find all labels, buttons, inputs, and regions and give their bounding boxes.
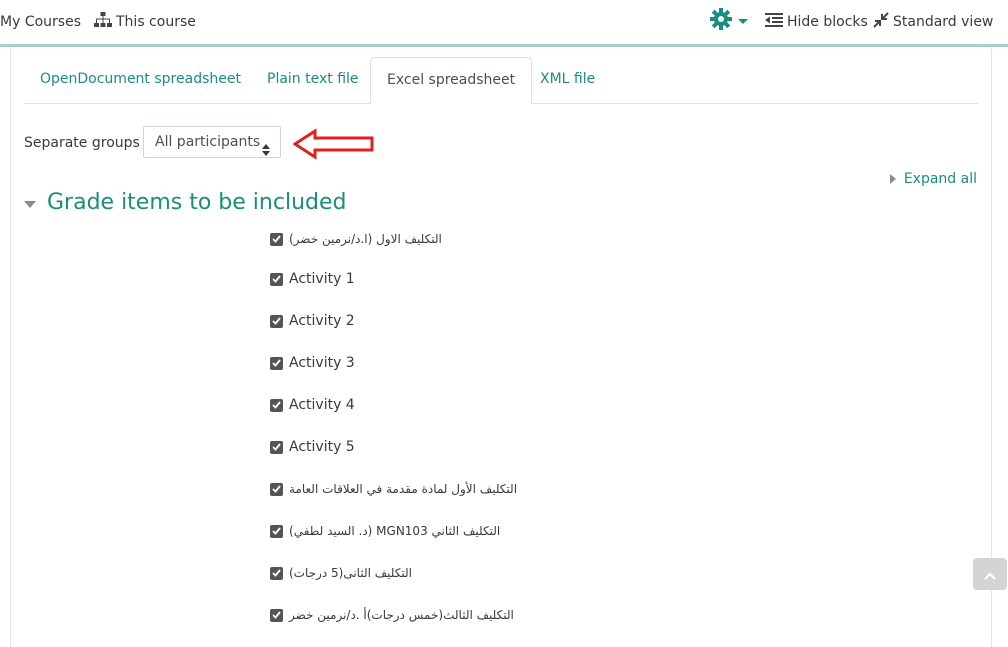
checkbox-checked-icon[interactable] bbox=[270, 440, 283, 454]
grade-item[interactable]: التكليف الثانى(5 درجات) bbox=[270, 564, 412, 582]
checkbox-checked-icon[interactable] bbox=[270, 272, 283, 286]
checkbox-checked-icon[interactable] bbox=[270, 314, 283, 328]
tab-opendocument[interactable]: OpenDocument spreadsheet bbox=[24, 57, 257, 103]
section-title: Grade items to be included bbox=[47, 190, 347, 215]
sitemap-icon bbox=[94, 12, 116, 32]
tab-label: OpenDocument spreadsheet bbox=[40, 71, 241, 87]
compress-icon bbox=[873, 12, 893, 32]
hide-blocks-label: Hide blocks bbox=[787, 14, 868, 30]
grade-item-label: Activity 4 bbox=[289, 397, 355, 413]
grade-item-label: التكليف الثالث(خمس درجات)أ .د/نرمين خضر bbox=[289, 608, 514, 622]
checkbox-checked-icon[interactable] bbox=[270, 356, 283, 370]
caret-right-icon bbox=[889, 174, 896, 184]
gear-icon bbox=[710, 8, 736, 34]
sort-caret-icon bbox=[262, 137, 270, 168]
grade-item[interactable]: Activity 3 bbox=[270, 354, 355, 372]
grade-item[interactable]: التكليف الاول (ا.د/نرمين خضر) bbox=[270, 230, 442, 248]
groups-select-value: All participants bbox=[155, 134, 261, 150]
this-course-link[interactable]: This course bbox=[94, 12, 196, 32]
grade-item-label: (د. السيد لطفي) MGN103 التكليف الثاني bbox=[289, 524, 501, 538]
checkbox-checked-icon[interactable] bbox=[270, 482, 283, 496]
grade-item-label: Activity 1 bbox=[289, 271, 355, 287]
expand-all-link[interactable]: Expand all bbox=[889, 171, 977, 187]
grade-item-label: Activity 5 bbox=[289, 439, 355, 455]
grade-item[interactable]: Activity 4 bbox=[270, 396, 355, 414]
grade-item[interactable]: Activity 5 bbox=[270, 438, 355, 456]
caret-down-icon bbox=[738, 13, 752, 29]
hide-blocks-button[interactable]: Hide blocks bbox=[765, 12, 868, 32]
grade-item-label: Activity 3 bbox=[289, 355, 355, 371]
chevron-up-icon bbox=[984, 565, 996, 584]
checkbox-checked-icon[interactable] bbox=[270, 232, 283, 246]
annotation-arrow-icon bbox=[293, 128, 374, 160]
checkbox-checked-icon[interactable] bbox=[270, 608, 283, 622]
expand-all-label: Expand all bbox=[903, 171, 977, 187]
grade-item[interactable]: Activity 2 bbox=[270, 312, 355, 330]
grade-item-label: التكليف الأول لمادة مقدمة في العلاقات ال… bbox=[289, 482, 518, 496]
grade-item-label: Activity 2 bbox=[289, 313, 355, 329]
tab-label: Plain text file bbox=[267, 71, 359, 87]
this-course-label: This course bbox=[116, 14, 196, 30]
my-courses-label: My Courses bbox=[0, 14, 81, 30]
my-courses-link[interactable]: My Courses bbox=[0, 12, 81, 32]
standard-view-label: Standard view bbox=[893, 14, 994, 30]
tab-xml[interactable]: XML file bbox=[524, 57, 611, 103]
checkbox-checked-icon[interactable] bbox=[270, 566, 283, 580]
checkbox-checked-icon[interactable] bbox=[270, 524, 283, 538]
back-to-top-button[interactable] bbox=[973, 558, 1007, 590]
grade-item[interactable]: Activity 1 bbox=[270, 270, 355, 288]
grade-item-label: التكليف الثانى(5 درجات) bbox=[289, 566, 413, 580]
separate-groups-label: Separate groups bbox=[24, 135, 140, 151]
collapse-caret-icon bbox=[24, 200, 36, 208]
grade-item[interactable]: التكليف الثالث(خمس درجات)أ .د/نرمين خضر bbox=[270, 606, 514, 624]
section-header[interactable]: Grade items to be included bbox=[24, 190, 346, 215]
groups-select[interactable]: All participants bbox=[143, 126, 281, 158]
grade-item[interactable]: التكليف الأول لمادة مقدمة في العلاقات ال… bbox=[270, 480, 517, 498]
grade-item[interactable]: (د. السيد لطفي) MGN103 التكليف الثاني bbox=[270, 522, 500, 540]
tab-label: XML file bbox=[540, 71, 596, 87]
standard-view-button[interactable]: Standard view bbox=[873, 12, 993, 32]
top-navbar: My Courses This course Hide blocks Stand… bbox=[0, 0, 1008, 47]
settings-menu-button[interactable] bbox=[710, 8, 752, 34]
tab-plain-text[interactable]: Plain text file bbox=[251, 57, 375, 103]
tab-label: Excel spreadsheet bbox=[387, 72, 516, 88]
checkbox-checked-icon[interactable] bbox=[270, 398, 283, 412]
tab-excel[interactable]: Excel spreadsheet bbox=[370, 57, 533, 104]
grade-item-label: التكليف الاول (ا.د/نرمين خضر) bbox=[289, 232, 442, 246]
outdent-icon bbox=[765, 13, 787, 31]
export-format-tabs: OpenDocument spreadsheet Plain text file… bbox=[24, 57, 978, 104]
